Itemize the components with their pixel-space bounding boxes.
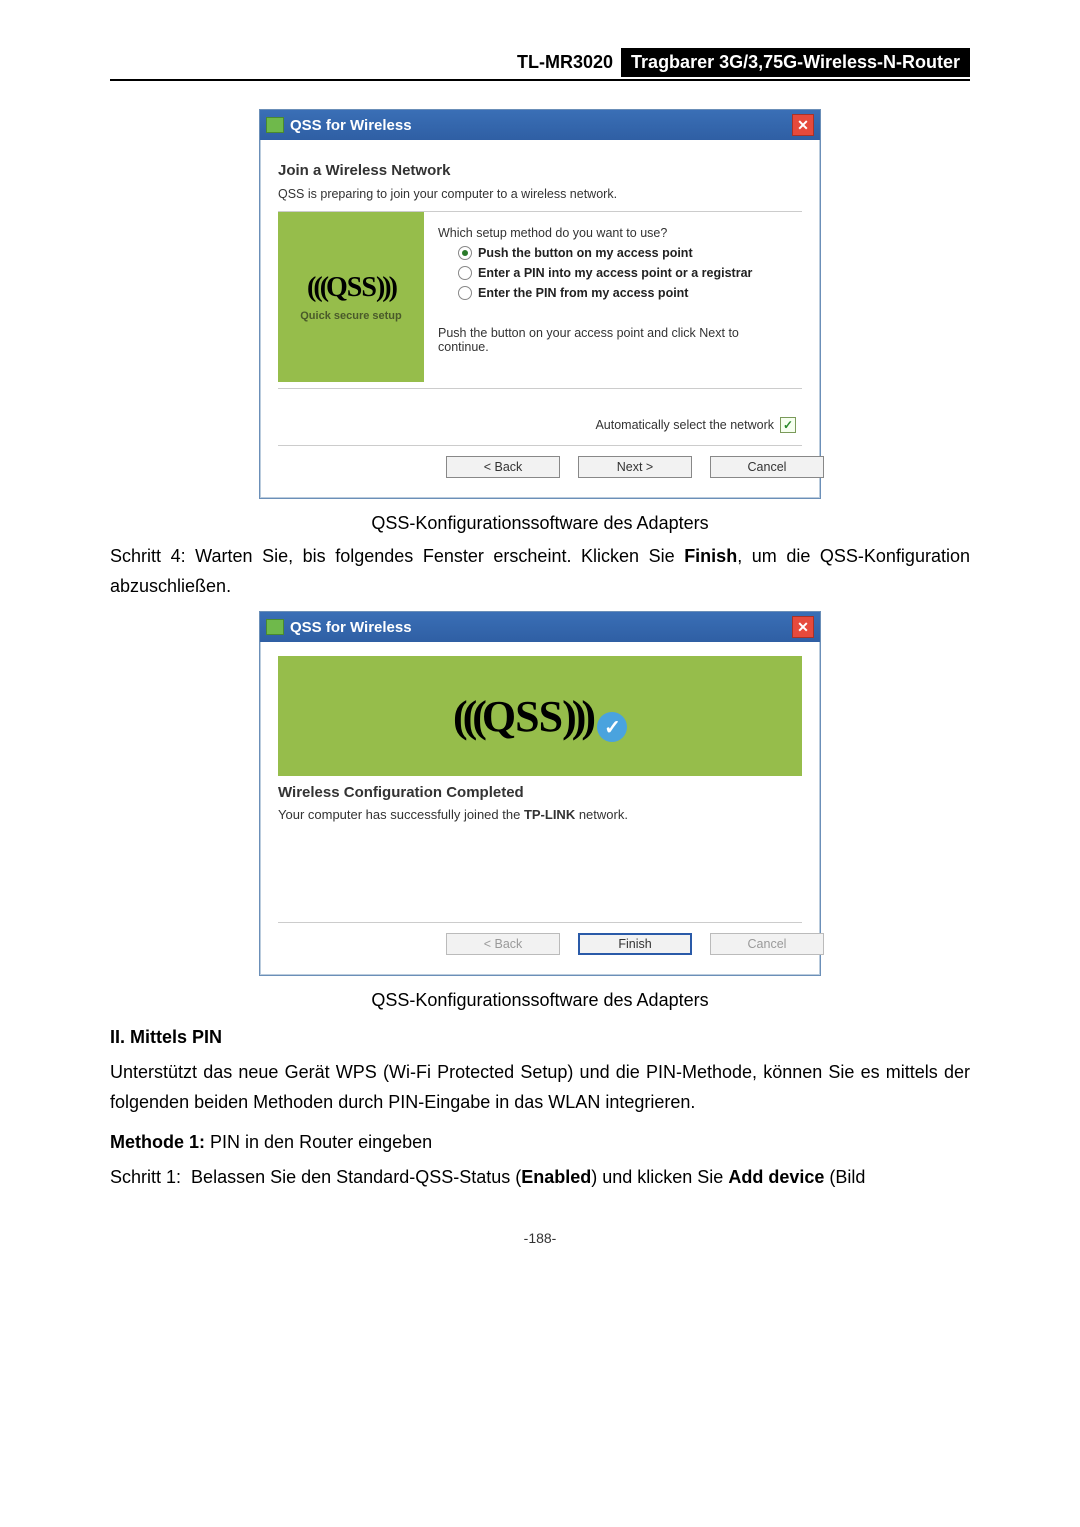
success-banner: (((QSS))) ✓ [278,656,802,776]
complete-body: Your computer has successfully joined th… [278,807,802,822]
auto-select-checkbox[interactable]: ✓ [780,417,796,433]
figure-caption-1: QSS-Konfigurationssoftware des Adapters [110,513,970,534]
instruction-text: Push the button on your access point and… [438,326,792,354]
pin-paragraph: Unterstützt das neue Gerät WPS (Wi-Fi Pr… [110,1058,970,1117]
back-button: < Back [446,933,560,955]
section-title-pin: II. Mittels PIN [110,1027,970,1048]
back-button[interactable]: < Back [446,456,560,478]
setup-question: Which setup method do you want to use? [438,226,792,240]
qss-dialog-complete: QSS for Wireless ✕ (((QSS))) ✓ Wireless … [259,611,821,976]
radio-option-enter-pin[interactable]: Enter a PIN into my access point or a re… [458,266,792,280]
cancel-button[interactable]: Cancel [710,456,824,478]
titlebar-text: QSS for Wireless [290,619,412,636]
titlebar: QSS for Wireless ✕ [260,612,820,642]
sidebar-caption: Quick secure setup [300,310,402,322]
auto-select-label: Automatically select the network [595,418,774,432]
page-number: -188- [110,1230,970,1246]
sidebar-panel: (((QSS))) Quick secure setup [278,212,424,382]
close-icon[interactable]: ✕ [792,616,814,638]
page-header: TL-MR3020 Tragbarer 3G/3,75G-Wireless-N-… [110,48,970,77]
qss-logo: (((QSS))) [307,272,395,304]
close-icon[interactable]: ✕ [792,114,814,136]
radio-option-push[interactable]: Push the button on my access point [458,246,792,260]
method1-line: Methode 1: PIN in den Router eingeben [110,1132,970,1153]
app-icon [266,619,284,635]
complete-heading: Wireless Configuration Completed [278,784,802,801]
app-icon [266,117,284,133]
titlebar: QSS for Wireless ✕ [260,110,820,140]
header-underline [110,79,970,81]
qss-dialog-join: QSS for Wireless ✕ Join a Wireless Netwo… [259,109,821,499]
figure-caption-2: QSS-Konfigurationssoftware des Adapters [110,990,970,1011]
radio-unselected-icon [458,266,472,280]
model-label: TL-MR3020 [509,48,621,77]
step1-paragraph: Schritt 1: Belassen Sie den Standard-QSS… [110,1163,970,1193]
radio-unselected-icon [458,286,472,300]
product-title: Tragbarer 3G/3,75G-Wireless-N-Router [621,48,970,77]
radio-selected-icon [458,246,472,260]
checkmark-icon: ✓ [597,712,627,742]
dialog-subtext: QSS is preparing to join your computer t… [278,187,802,201]
next-button[interactable]: Next > [578,456,692,478]
step4-paragraph: Schritt 4: Warten Sie, bis folgendes Fen… [110,542,970,601]
dialog-heading: Join a Wireless Network [278,162,802,179]
radio-option-from-ap[interactable]: Enter the PIN from my access point [458,286,792,300]
finish-button[interactable]: Finish [578,933,692,955]
titlebar-text: QSS for Wireless [290,117,412,134]
qss-logo-large: (((QSS))) ✓ [453,690,627,742]
cancel-button: Cancel [710,933,824,955]
